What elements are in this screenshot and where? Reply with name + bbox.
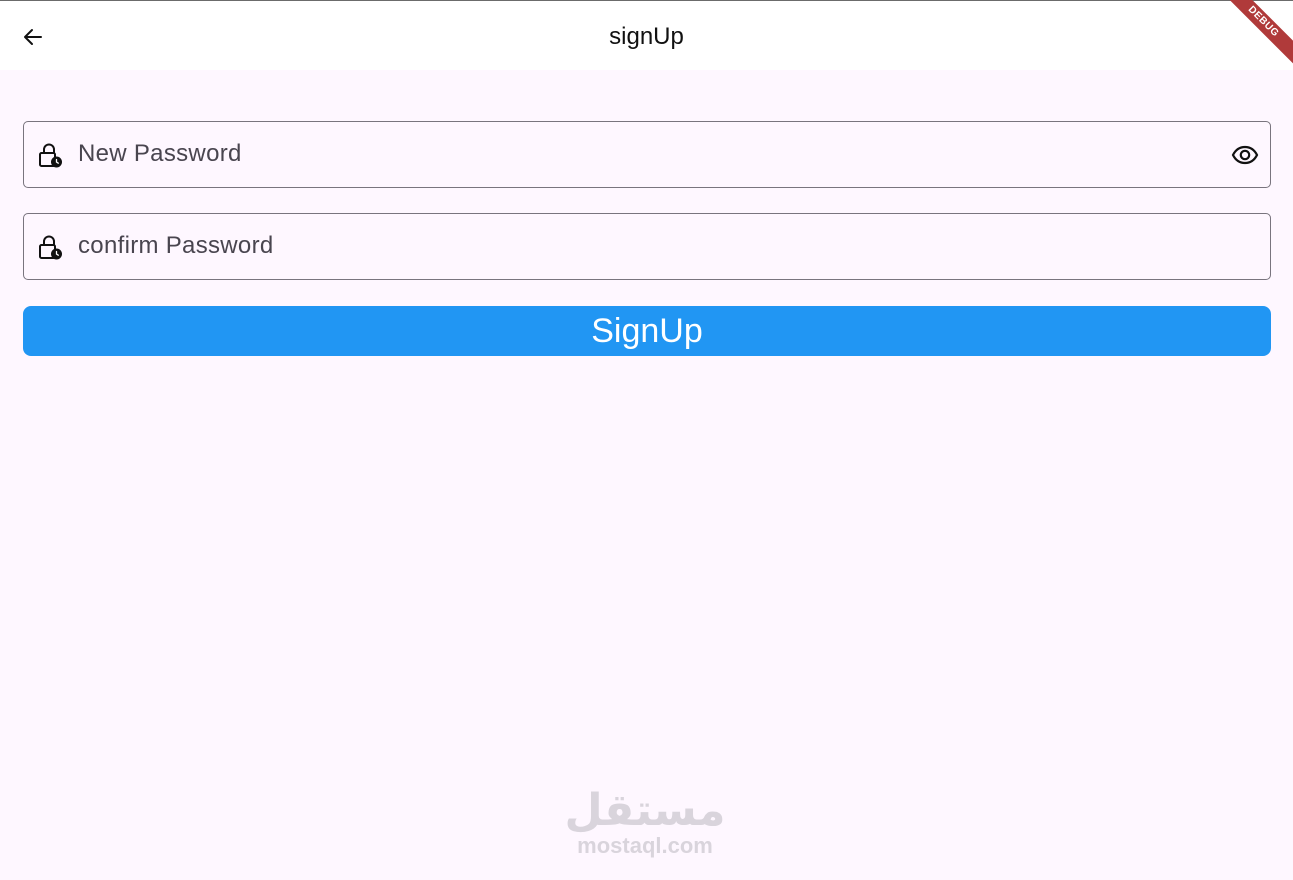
eye-icon — [1231, 145, 1259, 165]
confirm-password-field[interactable] — [23, 213, 1271, 280]
new-password-input[interactable] — [78, 136, 1208, 172]
app-bar: signUp — [0, 0, 1293, 70]
new-password-field[interactable] — [23, 121, 1271, 188]
watermark: مستقل mostaql.com — [560, 788, 730, 858]
lock-clock-icon — [39, 143, 62, 168]
page-title: signUp — [609, 23, 684, 50]
watermark-arabic: مستقل — [564, 785, 726, 836]
confirm-password-input[interactable] — [78, 228, 1208, 264]
lock-clock-icon — [39, 235, 62, 260]
watermark-latin: mostaql.com — [577, 833, 713, 858]
toggle-password-visibility-button[interactable] — [1228, 138, 1262, 172]
signup-button[interactable]: SignUp — [23, 306, 1271, 356]
